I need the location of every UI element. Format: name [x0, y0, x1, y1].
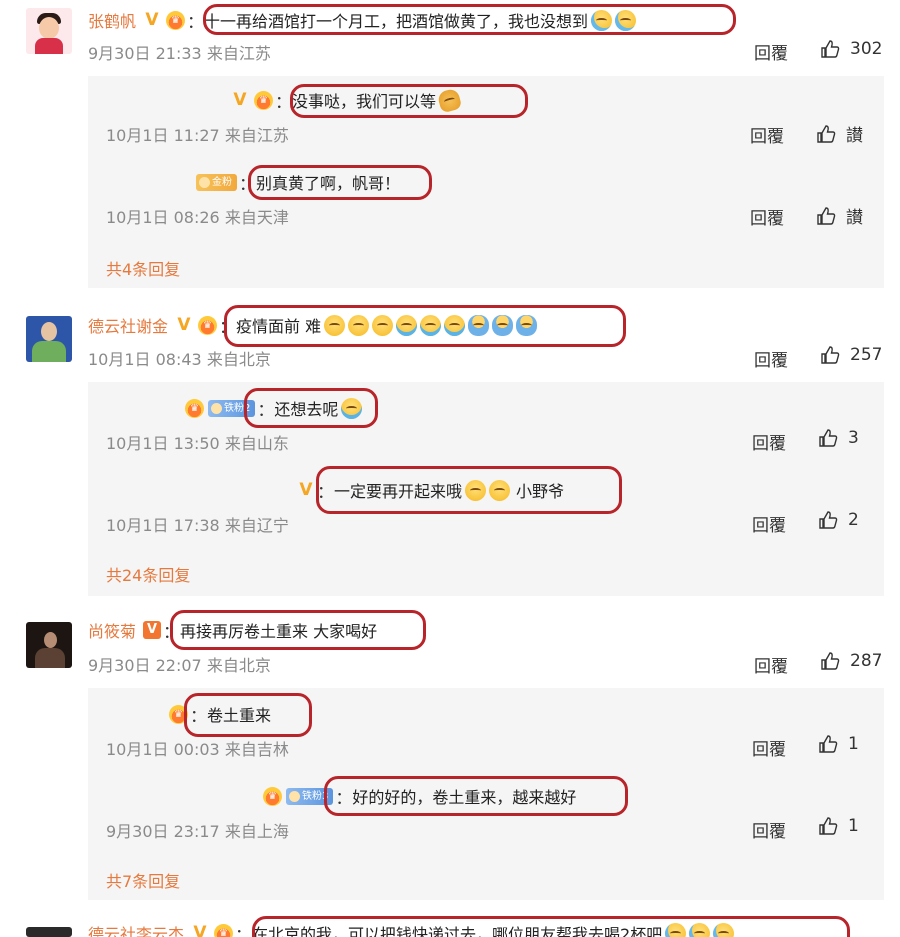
reply-date: 9月30日 23:17	[106, 822, 220, 841]
verified-icon: V	[193, 923, 207, 937]
thumbs-up-icon	[819, 429, 838, 447]
thumbs-up-icon	[819, 735, 838, 753]
reply-location: 来自辽宁	[224, 516, 289, 535]
comment-date: 10月1日 08:43	[88, 350, 202, 369]
crown-icon: ♛	[166, 10, 186, 30]
highlight-oval	[248, 165, 432, 200]
highlight-oval	[324, 776, 628, 816]
like-button[interactable]: 讃	[816, 203, 863, 228]
like-button[interactable]: 2	[818, 510, 859, 530]
highlight-oval	[244, 388, 378, 428]
fan-badge: 金粉	[196, 173, 237, 191]
reply-button[interactable]: 回覆	[752, 429, 786, 454]
like-button[interactable]: 1	[818, 734, 859, 754]
like-count: 3	[848, 428, 859, 448]
reply-location: 来自江苏	[224, 126, 289, 145]
verified-icon: V	[145, 10, 159, 30]
username[interactable]: 尚筱菊	[88, 618, 136, 642]
verified-icon: V	[233, 90, 247, 110]
reply-button[interactable]: 回覆	[752, 735, 786, 760]
reply-location: 来自天津	[224, 208, 289, 227]
verified-icon: V	[143, 621, 162, 639]
like-count: 302	[850, 39, 883, 59]
reply-location: 来自山东	[224, 434, 289, 453]
thumbs-up-icon	[821, 652, 840, 670]
thumbs-up-icon	[817, 124, 836, 143]
reply-location: 来自吉林	[224, 740, 289, 759]
like-count: 1	[848, 734, 859, 754]
like-count: 2	[848, 510, 859, 530]
reply-date: 10月1日 17:38	[106, 516, 220, 535]
verified-icon: V	[299, 480, 313, 500]
highlight-oval	[203, 4, 736, 35]
thumbs-up-icon	[819, 817, 838, 835]
crown-icon: ♛	[185, 398, 204, 418]
like-label: 讃	[846, 126, 863, 146]
thumbs-up-icon	[817, 206, 836, 225]
username[interactable]: 德云社李云杰	[88, 921, 184, 937]
thumbs-up-icon	[821, 40, 840, 58]
like-button[interactable]: 287	[820, 651, 882, 671]
like-label: 讃	[846, 208, 863, 228]
avatar[interactable]	[26, 927, 72, 937]
comment-location: 来自北京	[206, 350, 271, 369]
reply-button[interactable]: 回覆	[750, 204, 784, 229]
highlight-oval	[252, 916, 850, 937]
highlight-oval	[170, 610, 426, 650]
username[interactable]: 德云社谢金	[88, 313, 168, 337]
like-count: 257	[850, 345, 883, 365]
like-count: 1	[848, 816, 859, 836]
crown-icon: ♛	[254, 90, 273, 110]
like-button[interactable]: 3	[818, 428, 859, 448]
avatar[interactable]	[26, 622, 72, 668]
like-button[interactable]: 讃	[816, 121, 863, 146]
reply-location: 来自上海	[224, 822, 289, 841]
reply-button[interactable]: 回覆	[754, 652, 788, 677]
reply-button[interactable]: 回覆	[752, 817, 786, 842]
reply-button[interactable]: 回覆	[752, 511, 786, 536]
reply-button[interactable]: 回覆	[750, 122, 784, 147]
comment-date: 9月30日 21:33	[88, 44, 202, 63]
crown-icon: ♛	[263, 786, 282, 806]
more-replies-link[interactable]: 共24条回复	[106, 562, 190, 586]
avatar[interactable]	[26, 8, 72, 54]
comment-date: 9月30日 22:07	[88, 656, 202, 675]
more-replies-link[interactable]: 共7条回复	[106, 868, 180, 892]
reply-button[interactable]: 回覆	[754, 39, 788, 64]
like-button[interactable]: 257	[820, 345, 882, 365]
comment-location: 来自江苏	[206, 44, 271, 63]
crown-icon: ♛	[198, 315, 218, 335]
highlight-oval	[290, 84, 528, 118]
thumbs-up-icon	[821, 346, 840, 364]
like-button[interactable]: 302	[820, 39, 882, 59]
reply-date: 10月1日 13:50	[106, 434, 220, 453]
avatar[interactable]	[26, 316, 72, 362]
reply-date: 10月1日 11:27	[106, 126, 220, 145]
crown-icon: ♛	[214, 923, 234, 937]
like-count: 287	[850, 651, 883, 671]
reply-button[interactable]: 回覆	[754, 346, 788, 371]
highlight-oval	[316, 466, 622, 514]
highlight-oval	[184, 693, 312, 737]
highlight-oval	[224, 305, 626, 347]
more-replies-link[interactable]: 共4条回复	[106, 256, 180, 280]
verified-icon: V	[177, 315, 191, 335]
comment-location: 来自北京	[206, 656, 271, 675]
reply-date: 10月1日 00:03	[106, 740, 220, 759]
username[interactable]: 张鹤帆	[88, 8, 136, 32]
thumbs-up-icon	[819, 511, 838, 529]
reply-date: 10月1日 08:26	[106, 208, 220, 227]
like-button[interactable]: 1	[818, 816, 859, 836]
